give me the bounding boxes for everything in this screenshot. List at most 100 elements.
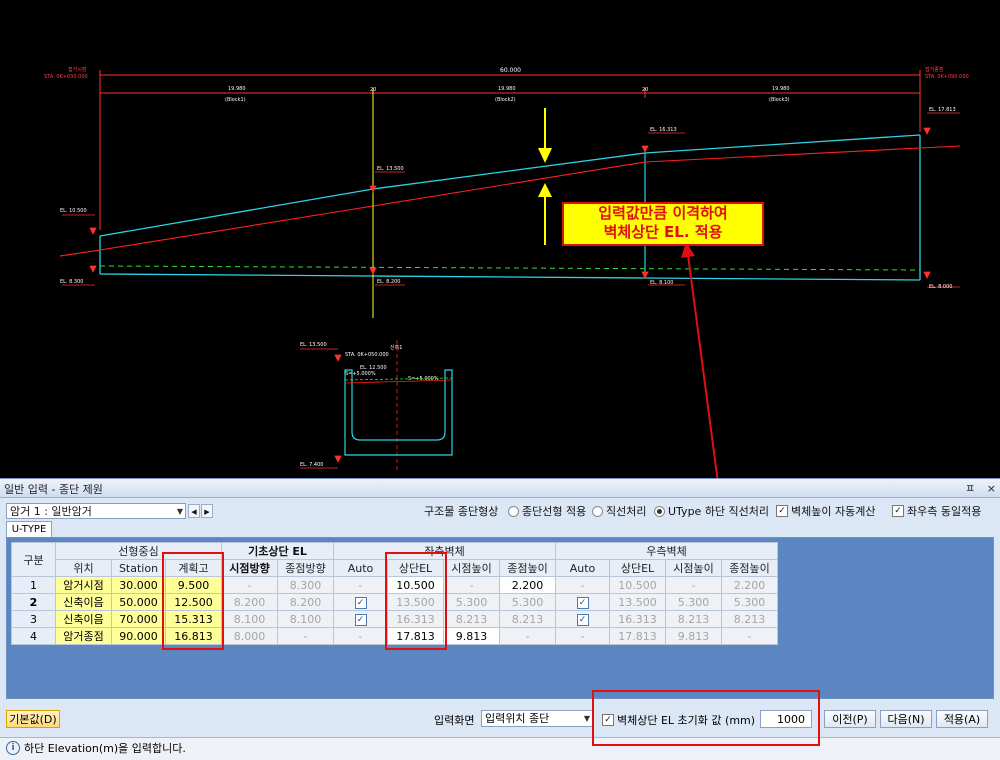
cell-right-auto[interactable]: ✓ [555,593,610,611]
profile-grid-container: 구분 선형중심 기초상단 EL 좌측벽체 우측벽체 위치 Station 계획고… [6,537,994,699]
cell-left-start-h: - [443,576,500,594]
cell-right-auto: - [555,576,610,594]
header-right-start-h: 시점높이 [665,559,722,577]
cell-left-auto[interactable]: ✓ [333,610,388,628]
tab-utype[interactable]: U-TYPE [6,521,52,537]
svg-text:STA. 0K+050.000: STA. 0K+050.000 [345,352,389,358]
culvert-select-value: 암거 1 : 일반암거 [10,505,92,518]
status-bar: i 하단 Elevation(m)을 입력합니다. [0,737,1000,760]
cell-right-auto[interactable]: ✓ [555,610,610,628]
cell-plan[interactable]: 12.500 [165,593,222,611]
init-el-checkbox[interactable]: ✓ 벽체상단 EL 초기화 값 (mm) [602,712,755,728]
cell-plan[interactable]: 16.813 [165,627,222,645]
status-text: 하단 Elevation(m)을 입력합니다. [24,742,186,755]
cell-base-end[interactable]: 8.100 [277,610,334,628]
option-straight[interactable]: 직선처리 [592,503,646,519]
auto-wall-height-checkbox[interactable]: ✓ 벽체높이 자동계산 [776,503,875,519]
cell-position[interactable]: 신축이음 [55,593,112,611]
svg-text:EL. 8.300: EL. 8.300 [60,279,83,285]
header-position: 위치 [55,559,112,577]
svg-text:(Block2): (Block2) [495,97,516,103]
cell-position[interactable]: 신축이음 [55,610,112,628]
close-icon[interactable]: × [987,482,996,495]
cell-station[interactable]: 50.000 [111,593,166,611]
checkbox-icon[interactable]: ✓ [576,597,589,609]
cell-left-top-el[interactable]: 10.500 [387,576,444,594]
auto-wall-height-label: 벽체높이 자동계산 [791,505,876,518]
input-position-select[interactable]: 입력위치 종단 ▼ [481,710,593,727]
cell-left-start-h: 5.300 [443,593,500,611]
option-straight-label: 직선처리 [606,505,647,518]
pin-icon[interactable]: ㅍ [965,482,975,495]
header-right-top-el: 상단EL [609,559,666,577]
header-right-auto: Auto [555,559,610,577]
svg-text:S=+5.000%: S=+5.000% [345,371,376,377]
table-row: 3 신축이음 70.000 15.313 8.100 8.100 ✓ 16.31… [11,610,778,628]
cell-left-end-h[interactable]: 2.200 [499,576,556,594]
option-utype-bottom[interactable]: UType 하단 직선처리 [654,503,769,519]
cell-base-start[interactable]: 8.000 [221,627,278,645]
cell-left-auto[interactable]: ✓ [333,593,388,611]
svg-text:(Block3): (Block3) [769,97,790,103]
prev-button[interactable]: 이전(P) [824,710,876,728]
panel-bottom-bar: 기본값(D) 입력화면 입력위치 종단 ▼ ✓ 벽체상단 EL 초기화 값 (mm)… [0,707,1000,733]
checkmark-icon: ✓ [776,505,788,517]
svg-text:EL. 16.313: EL. 16.313 [650,127,677,133]
radio-icon [592,505,603,517]
cell-station[interactable]: 70.000 [111,610,166,628]
svg-text:EL. 7.400: EL. 7.400 [300,462,323,468]
cell-base-end[interactable]: 8.200 [277,593,334,611]
checkbox-icon[interactable]: ✓ [576,614,589,626]
cell-right-auto: - [555,627,610,645]
cell-right-top-el: 16.313 [609,610,666,628]
table-row: 4 암거종점 90.000 16.813 8.000 - - 17.813 9.… [11,627,778,645]
cell-left-end-h: 8.213 [499,610,556,628]
next-button[interactable]: 다음(N) [880,710,932,728]
cell-base-end[interactable]: 8.300 [277,576,334,594]
option-utype-label: UType 하단 직선처리 [668,505,770,518]
cell-base-start[interactable]: 8.100 [221,610,278,628]
cell-right-top-el: 10.500 [609,576,666,594]
cell-left-start-h: 8.213 [443,610,500,628]
cell-left-top-el: 16.313 [387,610,444,628]
struct-shape-label: 구조물 종단형상 [424,505,499,518]
same-lr-checkbox[interactable]: ✓ 좌우측 동일적용 [892,503,981,519]
init-el-input[interactable]: 1000 [760,710,812,728]
cell-position[interactable]: 암거시점 [55,576,112,594]
cell-left-auto: - [333,576,388,594]
culvert-select[interactable]: 암거 1 : 일반암거 ▼ [6,503,186,519]
panel-toolbar: 암거 1 : 일반암거 ▼ ◀ ▶ 구조물 종단형상 종단선형 적용 직선처리 U… [0,499,1000,523]
option-profile[interactable]: 종단선형 적용 [508,503,586,519]
svg-text:EL. 8.000: EL. 8.000 [929,284,952,290]
prev-culvert-button[interactable]: ◀ [188,504,200,518]
row-number: 2 [11,593,56,611]
callout-line1: 입력값만큼 이격하여 [598,204,728,222]
cell-left-start-h[interactable]: 9.813 [443,627,500,645]
next-culvert-button[interactable]: ▶ [201,504,213,518]
cell-right-start-h: - [665,576,722,594]
cell-base-start[interactable]: 8.200 [221,593,278,611]
header-left-start-h: 시점높이 [443,559,500,577]
checkbox-icon[interactable]: ✓ [354,597,367,609]
header-center: 선형중심 [55,542,222,560]
cell-station[interactable]: 90.000 [111,627,166,645]
checkbox-icon[interactable]: ✓ [354,614,367,626]
row-number: 4 [11,627,56,645]
svg-text:EL. 8.100: EL. 8.100 [650,280,673,286]
cell-right-top-el: 13.500 [609,593,666,611]
header-plan: 계획고 [165,559,222,577]
cell-left-top-el[interactable]: 17.813 [387,627,444,645]
header-base-start: 시점방향 [221,559,278,577]
cell-station[interactable]: 30.000 [111,576,166,594]
svg-text:19.980: 19.980 [228,86,246,92]
cell-plan[interactable]: 9.500 [165,576,222,594]
apply-button[interactable]: 적용(A) [936,710,988,728]
cell-position[interactable]: 암거종점 [55,627,112,645]
input-position-value: 입력위치 종단 [485,712,550,725]
profile-grid: 구분 선형중심 기초상단 EL 좌측벽체 우측벽체 위치 Station 계획고… [11,542,778,645]
callout-line2: 벽체상단 EL. 적용 [603,223,723,241]
default-button[interactable]: 기본값(D) [6,710,60,728]
cell-plan[interactable]: 15.313 [165,610,222,628]
cell-base-start: - [221,576,278,594]
svg-text:EL. 13.500: EL. 13.500 [377,166,404,172]
